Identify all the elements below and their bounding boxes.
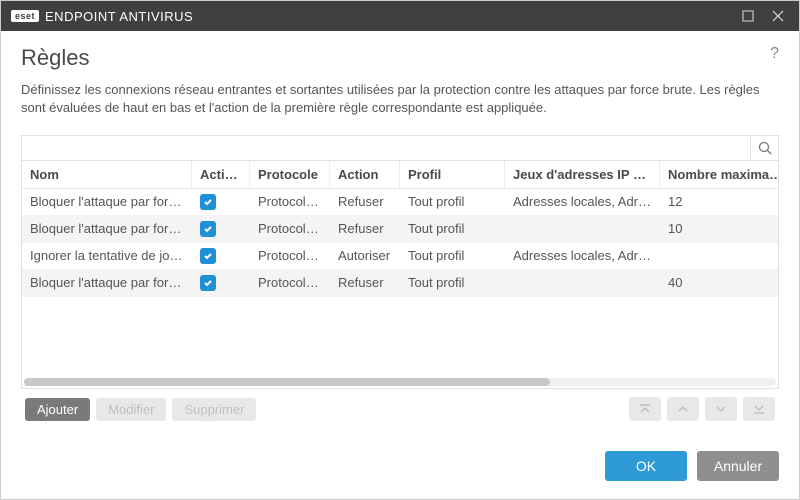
table-row[interactable]: Ignorer la tentative de journ... Protocol… [22,243,778,270]
table-row[interactable]: Bloquer l'attaque par force b... Protocol… [22,270,778,297]
cell-max: 40 [660,270,778,296]
ok-button[interactable]: OK [605,451,687,481]
move-bottom-button[interactable] [743,397,775,421]
cell-profil: Tout profil [400,270,505,296]
col-active[interactable]: Activé(e) [192,161,250,188]
close-button[interactable] [763,1,793,31]
search-icon[interactable] [750,136,778,160]
titlebar: eset ENDPOINT ANTIVIRUS [1,1,799,31]
cell-max [660,243,778,269]
cell-max: 12 [660,189,778,215]
cell-active[interactable] [192,189,250,215]
cell-action: Refuser [330,216,400,242]
horizontal-scrollbar[interactable] [22,376,778,388]
cell-action: Autoriser [330,243,400,269]
page-description: Définissez les connexions réseau entrant… [21,81,779,117]
cell-action: Refuser [330,270,400,296]
cell-source [505,270,660,296]
brand-badge: eset [11,10,39,22]
col-max[interactable]: Nombre maximale d [660,161,778,188]
help-icon[interactable]: ? [770,45,779,63]
cell-max: 10 [660,216,778,242]
cell-active[interactable] [192,216,250,242]
col-source[interactable]: Jeux d'adresses IP source [505,161,660,188]
cell-profil: Tout profil [400,243,505,269]
table-row[interactable]: Bloquer l'attaque par force b... Protocol… [22,189,778,216]
product-name: ENDPOINT ANTIVIRUS [45,9,193,24]
col-action[interactable]: Action [330,161,400,188]
cell-nom: Bloquer l'attaque par force b... [22,216,192,242]
checkbox-checked-icon[interactable] [200,248,216,264]
checkbox-checked-icon[interactable] [200,221,216,237]
move-down-button[interactable] [705,397,737,421]
page-title: Règles [21,45,770,71]
cell-protocole: Protocole ... [250,216,330,242]
cell-source [505,216,660,242]
col-profil[interactable]: Profil [400,161,505,188]
search-input[interactable] [22,136,750,160]
table-row[interactable]: Bloquer l'attaque par force b... Protocol… [22,216,778,243]
minimize-button[interactable] [733,1,763,31]
checkbox-checked-icon[interactable] [200,275,216,291]
cell-active[interactable] [192,243,250,269]
app-window: eset ENDPOINT ANTIVIRUS Règles ? Définis… [0,0,800,500]
checkbox-checked-icon[interactable] [200,194,216,210]
add-button[interactable]: Ajouter [25,398,90,421]
cell-source: Adresses locales, Adress... [505,189,660,215]
cell-action: Refuser [330,189,400,215]
delete-button[interactable]: Supprimer [172,398,256,421]
cell-nom: Bloquer l'attaque par force b... [22,189,192,215]
table-actions: Ajouter Modifier Supprimer [21,389,779,421]
cell-protocole: Protocole ... [250,243,330,269]
cell-source: Adresses locales, Adress... [505,243,660,269]
col-nom[interactable]: Nom [22,161,192,188]
cell-nom: Ignorer la tentative de journ... [22,243,192,269]
edit-button[interactable]: Modifier [96,398,166,421]
cell-protocole: Protocole ... [250,270,330,296]
table-header: Nom Activé(e) Protocole Action Profil Je… [22,161,778,189]
cell-active[interactable] [192,270,250,296]
move-top-button[interactable] [629,397,661,421]
rules-table: Nom Activé(e) Protocole Action Profil Je… [21,135,779,389]
col-protocole[interactable]: Protocole [250,161,330,188]
dialog-footer: OK Annuler [1,437,799,499]
cell-profil: Tout profil [400,189,505,215]
content-area: Règles ? Définissez les connexions résea… [1,31,799,437]
cell-profil: Tout profil [400,216,505,242]
cancel-button[interactable]: Annuler [697,451,779,481]
move-up-button[interactable] [667,397,699,421]
cell-nom: Bloquer l'attaque par force b... [22,270,192,296]
cell-protocole: Protocole ... [250,189,330,215]
